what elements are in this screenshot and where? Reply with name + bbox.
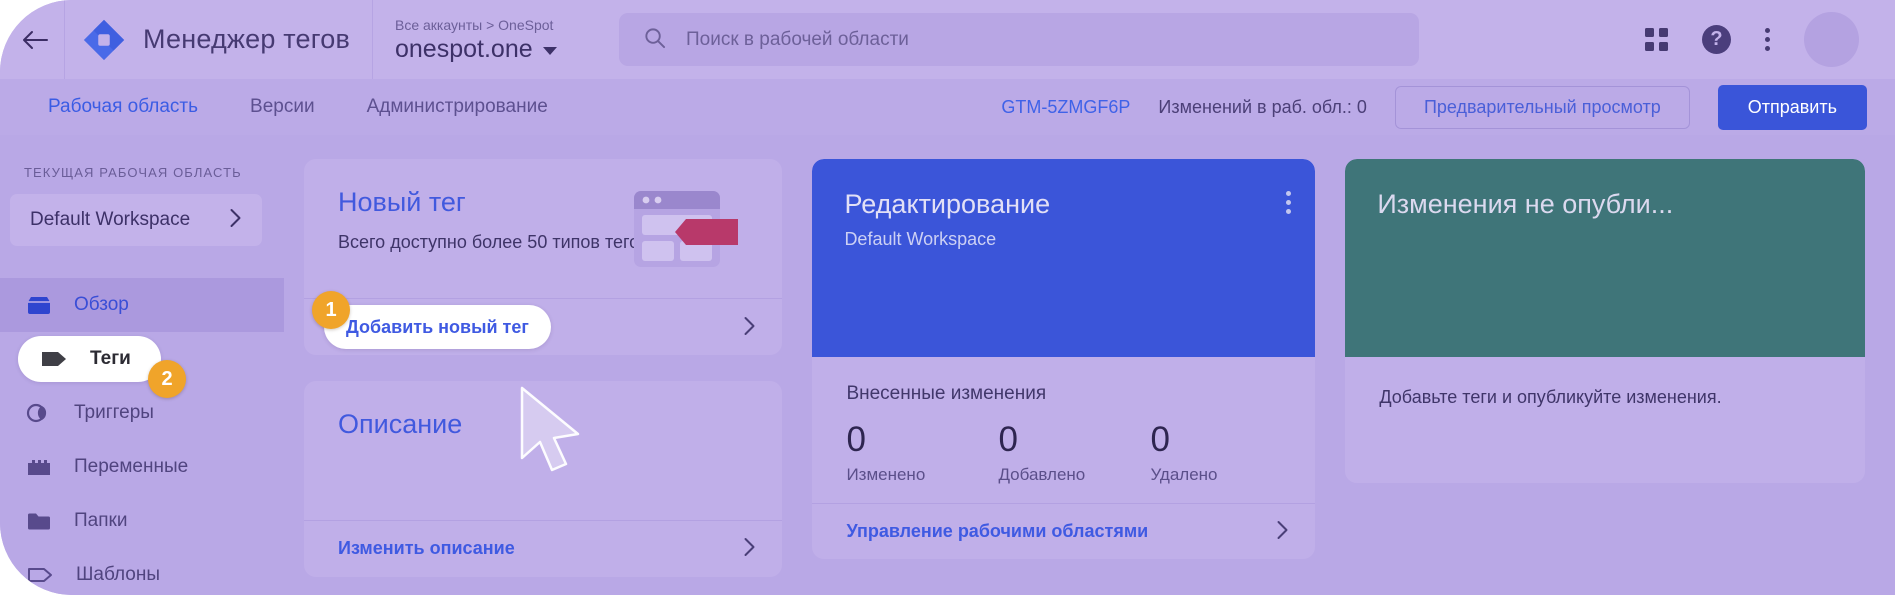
workspace-selector[interactable]: Default Workspace — [10, 194, 262, 246]
account-name-text: onespot.one — [395, 34, 533, 63]
editing-title: Редактирование — [844, 189, 1051, 219]
current-workspace-label: ТЕКУЩАЯ РАБОЧАЯ ОБЛАСТЬ — [24, 165, 242, 180]
edit-description-link[interactable]: Изменить описание — [338, 538, 515, 559]
navigation-tab-bar: Рабочая область Версии Администрирование… — [0, 79, 1895, 135]
preview-button[interactable]: Предварительный просмотр — [1394, 85, 1690, 129]
browser-window-with-tag-illustration — [626, 183, 748, 275]
nav-right-actions: GTM-5ZMGF6P Изменений в раб. обл.: 0 Пре… — [1001, 84, 1895, 130]
column-middle: Редактирование Default Workspace Внесенн… — [812, 159, 1316, 559]
editing-card-stats: Внесенные изменения 0 Изменено 0 Добавле… — [812, 357, 1316, 503]
template-tag-icon — [26, 565, 54, 585]
chevron-right-icon[interactable] — [1276, 520, 1289, 544]
step-badge: 1 — [312, 291, 350, 329]
chevron-right-icon[interactable] — [743, 537, 756, 561]
help-circle-icon[interactable]: ? — [1702, 25, 1731, 54]
sidebar-item-label: Обзор — [74, 294, 129, 315]
overview-box-icon — [26, 294, 52, 316]
sidebar-item-label: Папки — [74, 510, 128, 531]
add-new-tag-button[interactable]: Добавить новый тег — [324, 305, 551, 349]
unpublished-title: Изменения не опубли... — [1377, 189, 1674, 219]
account-name: onespot.one — [395, 34, 573, 64]
tab-workspace[interactable]: Рабочая область — [22, 96, 224, 118]
apps-grid-icon[interactable] — [1645, 28, 1668, 51]
stat-added: 0 Добавлено — [998, 419, 1150, 485]
tab-admin[interactable]: Администрирование — [341, 96, 574, 118]
more-vertical-icon[interactable] — [1286, 191, 1292, 214]
unpublished-body-text: Добавьте теги и опубликуйте изменения. — [1379, 387, 1722, 407]
workspace-changes-count: Изменений в раб. обл.: 0 — [1158, 96, 1367, 117]
new-tag-card-body: Новый тег Всего доступно более 50 типов … — [304, 159, 782, 298]
top-header-bar: Менеджер тегов Все аккаунты > OneSpot on… — [0, 0, 1895, 79]
container-id[interactable]: GTM-5ZMGF6P — [1001, 97, 1130, 118]
stat-label: Добавлено — [998, 465, 1086, 484]
sidebar-item-templates[interactable]: Шаблоны — [0, 548, 284, 595]
sidebar-item-folders[interactable]: Папки — [0, 494, 284, 548]
tab-list: Рабочая область Версии Администрирование — [0, 96, 574, 118]
sidebar-item-label: Теги — [90, 348, 131, 369]
variables-icon — [26, 457, 52, 477]
search-placeholder: Поиск в рабочей области — [686, 28, 909, 50]
changes-made-title: Внесенные изменения — [846, 383, 1047, 404]
editing-workspace-card: Редактирование Default Workspace Внесенн… — [812, 159, 1316, 559]
folder-icon — [26, 511, 52, 532]
search-input[interactable]: Поиск в рабочей области — [619, 13, 1419, 66]
search-icon — [643, 26, 666, 54]
stat-modified: 0 Изменено — [846, 419, 998, 485]
editing-card-footer[interactable]: Управление рабочими областями — [812, 503, 1316, 559]
stats-row: 0 Изменено 0 Добавлено 0 Удалено — [846, 419, 1315, 485]
stat-label: Изменено — [846, 465, 926, 484]
breadcrumb: Все аккаунты > OneSpot — [395, 16, 554, 33]
chevron-down-icon — [542, 46, 557, 55]
sidebar-item-variables[interactable]: Переменные — [0, 440, 284, 494]
submit-button[interactable]: Отправить — [1717, 84, 1867, 130]
left-sidebar: ТЕКУЩАЯ РАБОЧАЯ ОБЛАСТЬ Default Workspac… — [0, 135, 284, 595]
sidebar-item-triggers[interactable]: Триггеры — [0, 386, 284, 440]
add-new-tag-label: Добавить новый тег — [346, 316, 529, 337]
column-left: Новый тег Всего доступно более 50 типов … — [304, 159, 783, 577]
unpublished-card-body: Добавьте теги и опубликуйте изменения. — [1345, 357, 1865, 483]
trigger-circles-icon — [26, 400, 52, 426]
new-tag-card-footer: Добавить новый тег 1 — [304, 291, 783, 355]
tag-icon — [40, 349, 68, 369]
stat-deleted: 0 Удалено — [1150, 419, 1302, 485]
description-card-body: Описание — [304, 381, 782, 520]
tag-manager-app-window: Менеджер тегов Все аккаунты > OneSpot on… — [0, 0, 1895, 595]
unpublished-card-header: Изменения не опубли... — [1345, 159, 1865, 357]
more-vertical-icon[interactable] — [1765, 28, 1770, 51]
unpublished-changes-card: Изменения не опубли... Добавьте теги и о… — [1345, 159, 1865, 483]
sidebar-item-label: Шаблоны — [76, 564, 161, 585]
description-card: Описание Изменить описание — [304, 381, 783, 577]
new-tag-card: Новый тег Всего доступно более 50 типов … — [304, 159, 783, 355]
description-title: Описание — [338, 409, 463, 439]
sidebar-item-tags-pill[interactable]: Теги — [18, 336, 161, 382]
sidebar-item-label: Переменные — [74, 456, 189, 477]
manage-workspaces-link[interactable]: Управление рабочими областями — [846, 521, 1148, 542]
tag-manager-logo-icon — [65, 0, 143, 79]
stat-label: Удалено — [1150, 465, 1218, 484]
editing-subtitle: Default Workspace — [844, 229, 997, 249]
avatar[interactable] — [1804, 12, 1859, 67]
tab-versions[interactable]: Версии — [224, 96, 341, 118]
chevron-right-icon — [229, 208, 242, 232]
sidebar-item-tags[interactable]: Теги 2 — [0, 332, 284, 398]
account-selector[interactable]: Все аккаунты > OneSpot onespot.one — [373, 16, 573, 64]
stat-value: 0 — [998, 420, 1018, 459]
sidebar-item-label: Триггеры — [74, 402, 154, 423]
main-content: Новый тег Всего доступно более 50 типов … — [284, 135, 1895, 595]
stat-value: 0 — [1150, 420, 1170, 459]
workspace-name: Default Workspace — [30, 209, 191, 230]
sidebar-nav-list: Обзор Теги 2 Триггеры Переменные Папки Ш… — [0, 278, 284, 595]
description-card-footer[interactable]: Изменить описание — [304, 520, 783, 576]
column-right: Изменения не опубли... Добавьте теги и о… — [1345, 159, 1865, 483]
chevron-right-icon[interactable] — [743, 316, 756, 342]
stat-value: 0 — [846, 420, 866, 459]
header-actions: ? — [1645, 12, 1895, 67]
back-arrow-icon[interactable] — [6, 0, 64, 79]
editing-card-header: Редактирование Default Workspace — [812, 159, 1316, 357]
sidebar-item-overview[interactable]: Обзор — [0, 278, 284, 332]
page-title: Менеджер тегов — [143, 24, 350, 54]
